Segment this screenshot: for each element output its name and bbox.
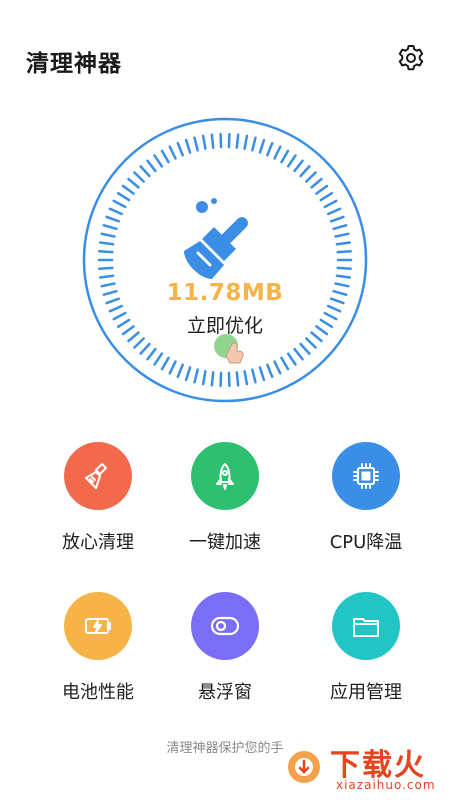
feature-icon-circle: [332, 592, 400, 660]
app-header: 清理神器: [0, 0, 450, 120]
dial-tick: [251, 368, 257, 384]
dial-tick: [243, 134, 249, 150]
dial-tick: [273, 360, 282, 375]
gear-icon: [398, 45, 424, 71]
feature-icon-circle: [191, 592, 259, 660]
cpu-chip-icon: [353, 463, 379, 489]
dial-tick: [112, 199, 127, 209]
feature-cpu-cool[interactable]: CPU降温: [291, 430, 441, 570]
dial-tick: [116, 191, 131, 202]
dial-tick: [100, 232, 116, 238]
dial-tick: [98, 249, 114, 254]
dial-tick: [153, 154, 164, 168]
dial-tick: [299, 342, 311, 355]
dial-tick: [193, 136, 199, 152]
folder-icon: [353, 618, 379, 637]
dial-tick: [139, 342, 151, 355]
dial-tick: [243, 370, 249, 386]
rocket-icon: [216, 463, 234, 490]
dial-tick: [160, 356, 170, 371]
dial-tick: [335, 274, 352, 279]
toggle-icon: [210, 616, 240, 636]
dial-tick: [133, 171, 145, 183]
dial-tick: [160, 149, 170, 164]
dial-tick: [235, 371, 240, 387]
dial-tick: [286, 352, 297, 366]
feature-label: 一键加速: [189, 532, 261, 553]
dial-tick: [235, 133, 240, 149]
dial-tick: [251, 136, 257, 152]
dial-tick: [176, 141, 184, 157]
page-title: 清理神器: [26, 51, 122, 77]
dial-tick: [329, 215, 345, 223]
dial-tick: [98, 241, 115, 246]
dial-tick: [201, 370, 207, 386]
dial-tick: [293, 159, 304, 173]
dial-tick: [102, 224, 118, 231]
dial-tick: [335, 241, 352, 246]
feature-label: 应用管理: [330, 682, 402, 703]
settings-button[interactable]: [396, 43, 426, 73]
feature-grid: 放心清理 一键加速 CPU降温 电池性能 悬浮窗 应用管理: [0, 430, 450, 720]
dial-tick: [266, 141, 274, 157]
dial-tick: [168, 145, 177, 160]
dial-tick: [210, 133, 215, 149]
feature-label: CPU降温: [329, 532, 403, 553]
dial-tick: [193, 368, 199, 384]
dial-tick: [139, 165, 151, 178]
dial-tick: [133, 337, 145, 349]
dial-tick: [153, 352, 164, 366]
feature-app-manager[interactable]: 应用管理: [291, 580, 441, 720]
dial-tick: [293, 347, 304, 361]
feature-boost[interactable]: 一键加速: [150, 430, 300, 570]
dial-tick: [336, 266, 352, 271]
dial-tick: [108, 207, 124, 216]
feature-icon-circle: [64, 442, 132, 510]
dial-tick: [326, 207, 342, 216]
dial-tick: [176, 363, 184, 379]
dial-tick: [98, 266, 114, 271]
watermark-url: xiazaihuo.com: [336, 778, 436, 792]
dial-tick: [286, 154, 297, 168]
dial-tick: [299, 165, 311, 178]
dial-tick: [258, 366, 266, 382]
dial-tick: [127, 177, 140, 189]
dial-tick: [336, 249, 352, 254]
junk-size: 11.78MB: [166, 280, 284, 306]
dial-tick: [258, 138, 266, 154]
broom-icon: [85, 463, 107, 489]
dial-tick: [266, 363, 274, 379]
dial-tick: [98, 274, 115, 279]
dial-tick: [305, 171, 317, 183]
dial-tick: [315, 184, 329, 195]
dial-tick: [146, 347, 157, 361]
dial-tick: [184, 366, 192, 382]
dial-tick: [201, 134, 207, 150]
dial-tick: [280, 149, 290, 164]
feature-icon-circle: [332, 442, 400, 510]
broom-icon: [184, 198, 248, 279]
dial-tick: [305, 337, 317, 349]
dial-tick: [121, 184, 135, 195]
dial-tick: [310, 177, 323, 189]
dial-tick: [332, 224, 348, 231]
dial-tick: [334, 232, 350, 238]
dial-tick: [168, 360, 177, 375]
dial-tick: [210, 371, 215, 387]
feature-floating-window[interactable]: 悬浮窗: [150, 580, 300, 720]
dial-tick: [184, 138, 192, 154]
feature-label: 悬浮窗: [198, 682, 252, 703]
dial-tick: [280, 356, 290, 371]
dial-tick: [323, 199, 338, 209]
battery-charging-icon: [85, 618, 111, 634]
dial-tick: [105, 215, 121, 223]
dial-tick: [319, 191, 334, 202]
tap-hint-icon: [214, 334, 244, 364]
feature-icon-circle: [64, 592, 132, 660]
feature-icon-circle: [191, 442, 259, 510]
dial-tick: [146, 159, 157, 173]
dial-tick: [273, 145, 282, 160]
